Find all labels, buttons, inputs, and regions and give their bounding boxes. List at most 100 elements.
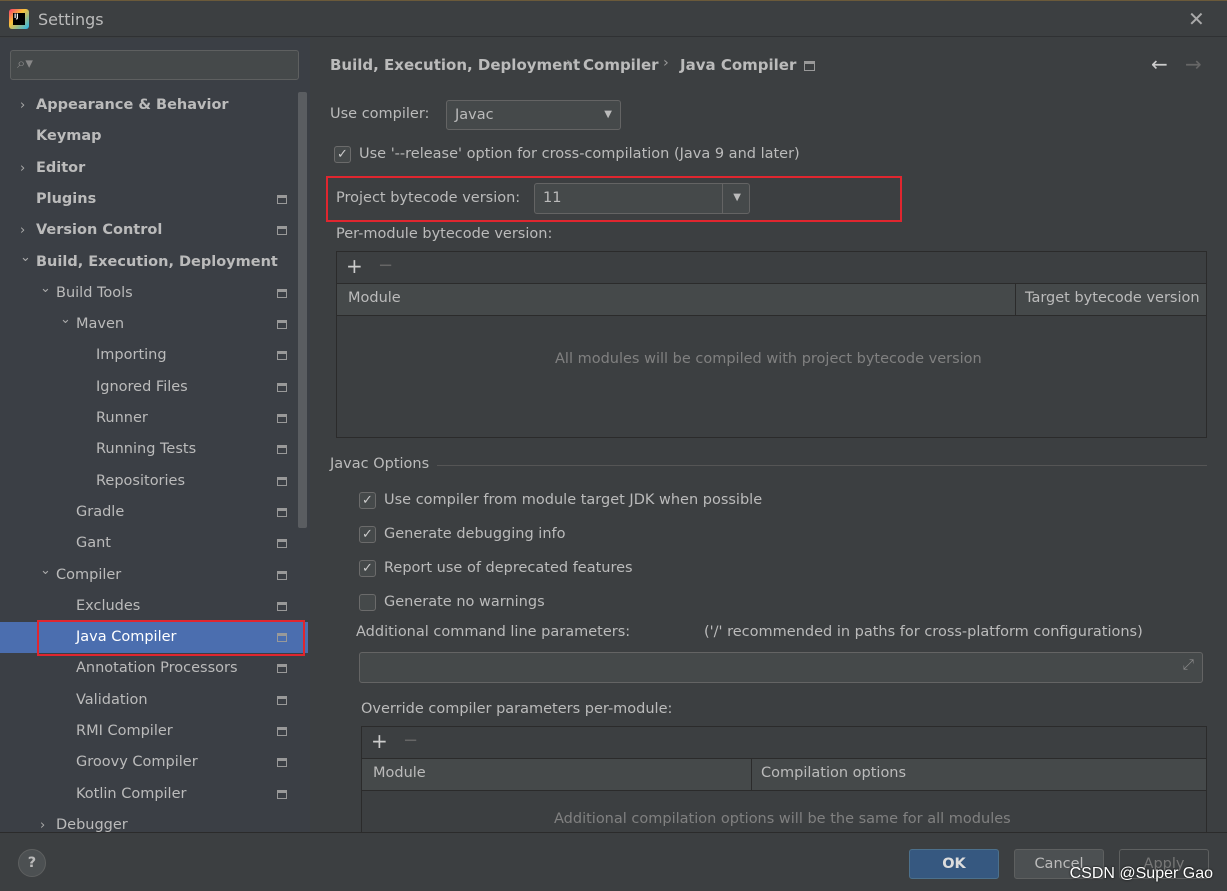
sidebar-item[interactable]: Gradle — [0, 497, 308, 528]
sidebar-item[interactable]: ⌄ Compiler — [0, 560, 308, 591]
sidebar-item-label: Importing — [96, 347, 167, 364]
ok-button[interactable]: OK — [909, 849, 999, 879]
override-table: + − Module Compilation options Additional … — [361, 726, 1207, 846]
compiler-select[interactable]: Javac ▼ — [446, 100, 621, 130]
breadcrumb-item[interactable]: Build, Execution, Deployment — [330, 56, 580, 74]
option-label: Generate debugging info — [384, 526, 566, 542]
sidebar-item-label: Running Tests — [96, 441, 197, 458]
sidebar-item[interactable]: Validation — [0, 685, 308, 716]
sidebar-item-label: Build, Execution, Deployment — [36, 253, 278, 270]
option-checkbox[interactable]: ✓ — [359, 560, 376, 577]
close-icon[interactable]: ✕ — [1188, 7, 1205, 31]
sidebar-item[interactable]: Repositories — [0, 466, 308, 497]
project-scope-icon — [277, 226, 287, 236]
sidebar-item-label: Ignored Files — [96, 378, 188, 395]
column-header[interactable]: Module — [348, 290, 401, 306]
chevron-down-icon[interactable]: ⌄ — [60, 304, 71, 335]
option-label: Generate no warnings — [384, 594, 545, 610]
column-header[interactable]: Module — [373, 765, 426, 781]
project-scope-icon — [277, 789, 287, 799]
project-scope-icon — [277, 476, 287, 486]
breadcrumb-separator: › — [566, 55, 572, 71]
use-compiler-label: Use compiler: — [330, 106, 430, 122]
project-scope-icon — [277, 414, 287, 423]
window-title: Settings — [38, 10, 104, 29]
forward-icon[interactable]: → — [1185, 52, 1202, 76]
sidebar-item[interactable]: Plugins — [0, 184, 308, 215]
back-icon[interactable]: ← — [1151, 52, 1168, 76]
per-module-label: Per-module bytecode version: — [336, 226, 553, 242]
project-scope-icon — [277, 351, 287, 361]
chevron-right-icon[interactable]: › — [20, 153, 25, 184]
chevron-down-icon[interactable]: ⌄ — [40, 273, 51, 304]
project-scope-icon — [277, 507, 287, 517]
expand-icon[interactable]: ⤢ — [1182, 657, 1194, 673]
title-bar: IJ Settings ✕ — [0, 0, 1227, 37]
breadcrumb-item[interactable]: Compiler — [583, 56, 659, 74]
sidebar-item-label: Runner — [96, 410, 148, 426]
sidebar-item[interactable]: Groovy Compiler — [0, 747, 308, 778]
breadcrumb-item[interactable]: Java Compiler — [680, 56, 796, 74]
project-scope-icon — [277, 601, 287, 611]
sidebar-item-label: Kotlin Compiler — [76, 785, 187, 802]
sidebar-item[interactable]: ⌄ Build Tools — [0, 278, 308, 309]
sidebar-item[interactable]: › Editor — [0, 153, 308, 184]
release-label: Use '--release' option for cross-compila… — [359, 146, 800, 162]
sidebar-item[interactable]: ⌄ Maven — [0, 309, 308, 340]
override-label: Override compiler parameters per-module: — [361, 701, 673, 717]
sidebar-item[interactable]: Importing — [0, 340, 308, 371]
option-label: Report use of deprecated features — [384, 560, 633, 576]
sidebar-item-label: Gradle — [76, 503, 125, 520]
per-module-table: + − Module Target bytecode version All mod… — [336, 251, 1207, 438]
chevron-down-icon[interactable]: ⌄ — [20, 242, 31, 273]
chevron-right-icon[interactable]: › — [20, 90, 25, 121]
column-header[interactable]: Compilation options — [761, 765, 906, 781]
sidebar-item-label: Validation — [76, 691, 148, 708]
bytecode-select[interactable]: 11 ▼ — [534, 183, 750, 214]
release-checkbox[interactable]: ✓ — [334, 146, 351, 163]
sidebar-item-label: Editor — [36, 159, 86, 176]
sidebar-item-label: Keymap — [36, 128, 102, 145]
sidebar-item-label: Gant — [76, 535, 111, 552]
sidebar-item[interactable]: Excludes — [0, 591, 308, 622]
sidebar-scrollbar[interactable] — [298, 92, 307, 528]
sidebar-item[interactable]: › Version Control — [0, 215, 308, 246]
chevron-down-icon[interactable]: ⌄ — [40, 555, 51, 586]
project-scope-icon — [804, 61, 815, 71]
remove-icon[interactable]: − — [403, 730, 418, 751]
sidebar-item[interactable]: › Appearance & Behavior — [0, 90, 308, 121]
sidebar-item-label: Maven — [76, 316, 125, 333]
project-scope-icon — [277, 570, 287, 580]
project-scope-icon — [277, 194, 287, 204]
add-icon[interactable]: + — [346, 254, 363, 278]
params-input[interactable]: ⤢ — [359, 652, 1203, 683]
option-checkbox[interactable]: ✓ — [359, 526, 376, 543]
sidebar-item[interactable]: Runner — [0, 403, 308, 434]
empty-message: Additional compilation options will be t… — [554, 811, 1011, 827]
option-checkbox[interactable]: ✓ — [359, 492, 376, 509]
sidebar-item[interactable]: Ignored Files — [0, 372, 308, 403]
sidebar-item-label: RMI Compiler — [76, 723, 173, 739]
sidebar-item-label: Excludes — [76, 597, 141, 614]
add-icon[interactable]: + — [371, 729, 388, 753]
dialog-footer: ? OK Cancel Apply — [0, 832, 1227, 891]
option-checkbox[interactable] — [359, 594, 376, 611]
sidebar-item[interactable]: Kotlin Compiler — [0, 779, 308, 810]
chevron-down-icon: ▼ — [733, 192, 741, 203]
project-scope-icon — [277, 727, 287, 736]
sidebar-item[interactable]: RMI Compiler — [0, 716, 308, 747]
sidebar-item-label: Groovy Compiler — [76, 754, 198, 771]
search-input[interactable]: ⌕▾ — [10, 50, 299, 80]
bytecode-label: Project bytecode version: — [336, 190, 521, 206]
project-scope-icon — [277, 382, 287, 392]
sidebar-item-label: Plugins — [36, 190, 97, 207]
project-scope-icon — [277, 695, 287, 705]
sidebar-item[interactable]: Running Tests — [0, 434, 308, 465]
sidebar-item-label: Annotation Processors — [76, 660, 238, 677]
sidebar-item[interactable]: Annotation Processors — [0, 653, 308, 684]
remove-icon[interactable]: − — [378, 255, 393, 276]
column-header[interactable]: Target bytecode version — [1025, 290, 1200, 306]
sidebar-item[interactable]: Keymap — [0, 121, 308, 152]
help-button[interactable]: ? — [18, 849, 46, 877]
project-scope-icon — [277, 445, 287, 455]
